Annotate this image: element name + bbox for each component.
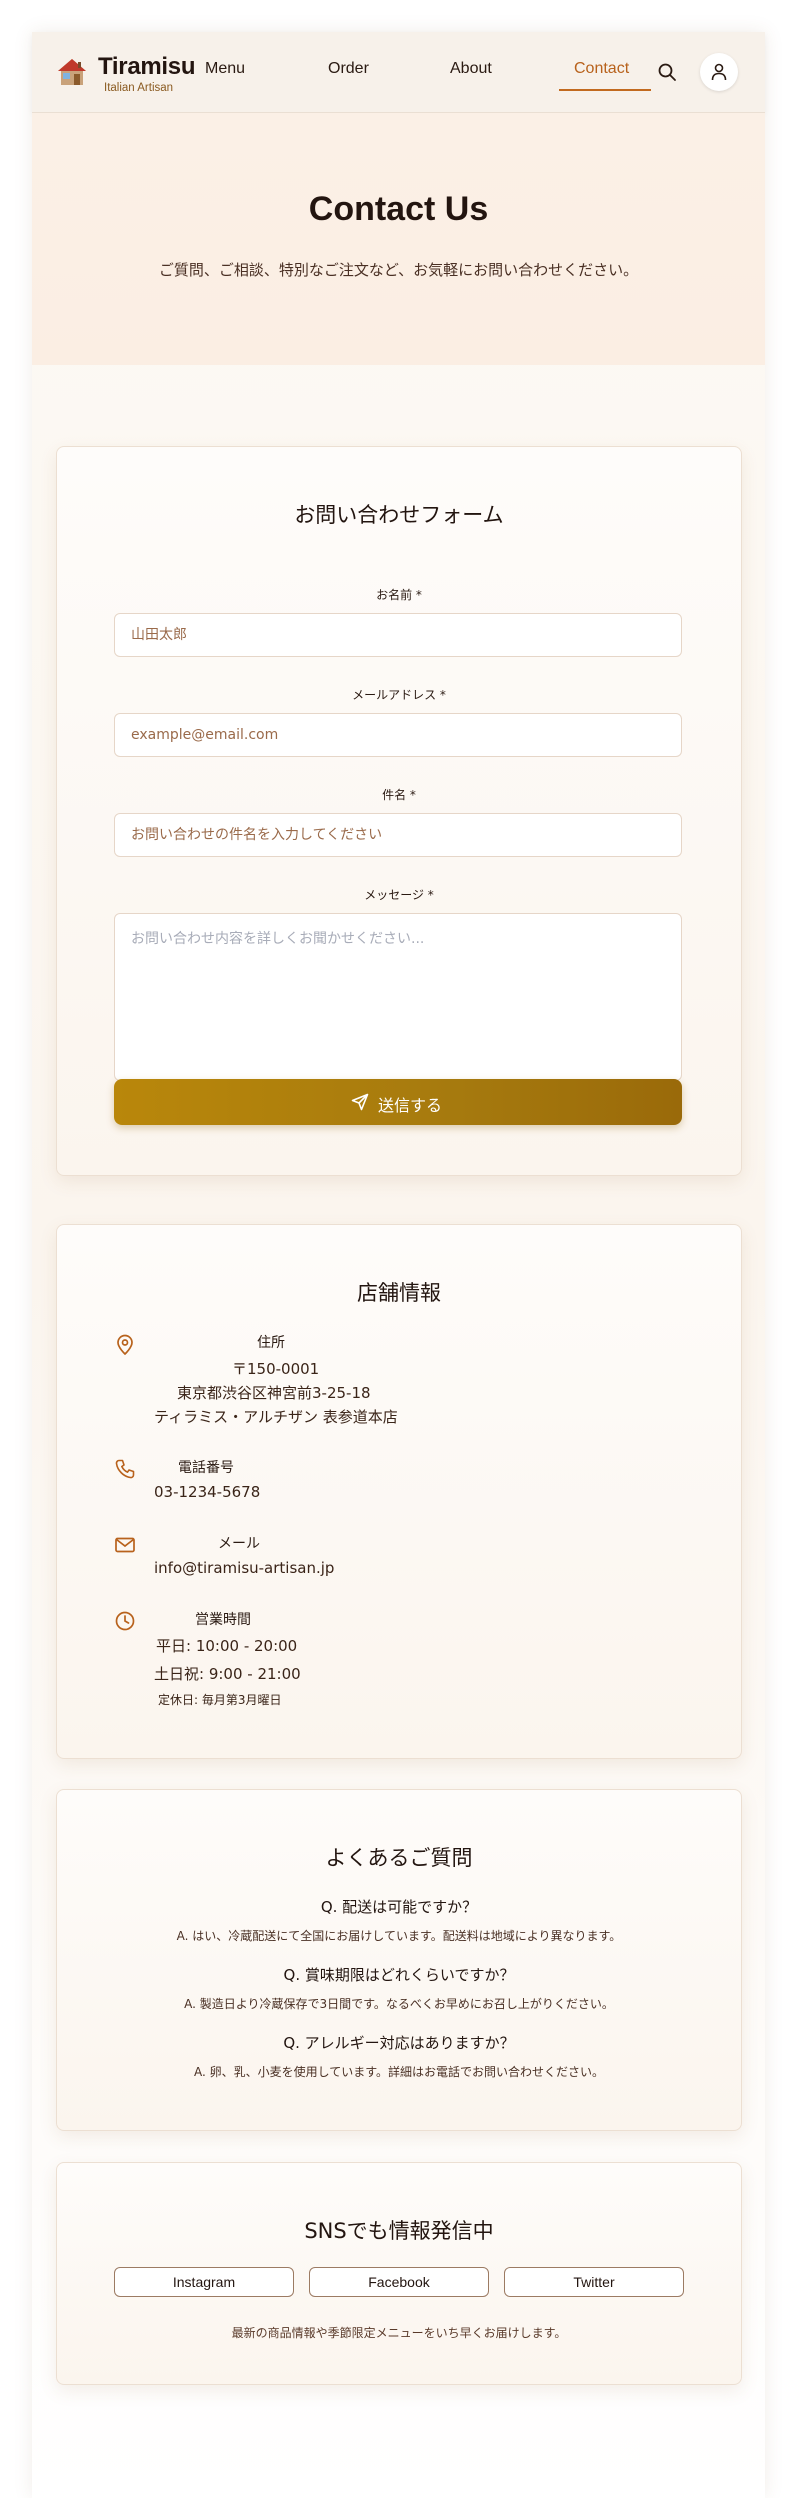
phone-label: 電話番号 (178, 1460, 234, 1476)
nav-active-indicator (559, 89, 651, 91)
user-account-button[interactable] (700, 53, 738, 91)
hours-label: 営業時間 (195, 1612, 251, 1628)
submit-button[interactable]: 送信する (114, 1079, 682, 1125)
faq-answer-1: A. はい、冷蔵配送にて全国にお届けしています。配送料は地域により異なります。 (176, 1929, 622, 1943)
instagram-button[interactable]: Instagram (114, 2267, 294, 2297)
contact-form-card: お問い合わせフォーム お名前 * メールアドレス * 件名 * メッセージ * … (56, 446, 742, 1176)
name-label: お名前 * (376, 588, 422, 602)
faq-question-2: Q. 賞味期限はどれくらいですか？ (283, 1966, 515, 1984)
map-pin-icon (117, 1334, 133, 1356)
weekend-hours: 土日祝: 9:00 - 21:00 (154, 1665, 301, 1683)
form-title: お問い合わせフォーム (294, 503, 504, 527)
nav-menu[interactable]: Menu (205, 60, 245, 78)
hero-section: Contact Us ご質問、ご相談、特別なご注文など、お気軽にお問い合わせくだ… (32, 113, 765, 365)
faq-answer-2: A. 製造日より冷蔵保存で3日間です。なるべくお早めにお召し上がりください。 (184, 1997, 614, 2011)
address-label: 住所 (257, 1335, 285, 1351)
hero-subtitle: ご質問、ご相談、特別なご注文など、お気軽にお問い合わせください。 (158, 261, 639, 279)
closed-days: 定休日: 毎月第3月曜日 (158, 1693, 282, 1707)
page-title: Contact Us (308, 190, 489, 228)
faq-title: よくあるご質問 (325, 1846, 473, 1870)
page: Tiramisu Italian Artisan Menu Order Abou… (32, 32, 765, 2498)
store-info-title: 店舗情報 (357, 1281, 441, 1305)
clock-icon (115, 1611, 135, 1631)
sns-note: 最新の商品情報や季節限定メニューをいち早くお届けします。 (231, 2326, 567, 2340)
faq-answer-3: A. 卵、乳、小麦を使用しています。詳細はお電話でお問い合わせください。 (193, 2065, 605, 2079)
address-line-1: 東京都渋谷区神宮前3-25-18 (177, 1384, 371, 1402)
message-label: メッセージ * (364, 888, 434, 902)
house-icon[interactable] (56, 56, 88, 88)
postal-code: 〒150-0001 (232, 1360, 320, 1378)
faq-question-3: Q. アレルギー対応はありますか？ (283, 2034, 515, 2052)
faq-question-1: Q. 配送は可能ですか？ (320, 1898, 478, 1916)
address-line-2: ティラミス・アルチザン 表参道本店 (154, 1408, 398, 1426)
subject-label: 件名 * (382, 788, 416, 802)
phone-number[interactable]: 03-1234-5678 (154, 1483, 260, 1501)
message-textarea[interactable] (114, 913, 682, 1081)
submit-label: 送信する (378, 1096, 443, 1115)
site-header: Tiramisu Italian Artisan Menu Order Abou… (32, 32, 765, 113)
user-icon (711, 63, 727, 81)
nav-about[interactable]: About (450, 60, 492, 78)
mail-icon (115, 1537, 135, 1553)
search-icon[interactable] (657, 62, 677, 82)
facebook-button[interactable]: Facebook (309, 2267, 489, 2297)
nav-contact[interactable]: Contact (574, 60, 629, 78)
twitter-button[interactable]: Twitter (504, 2267, 684, 2297)
store-info-card: 店舗情報 住所 〒150-0001 東京都渋谷区神宮前3-25-18 ティラミス… (56, 1224, 742, 1759)
faq-card: よくあるご質問 Q. 配送は可能ですか？ A. はい、冷蔵配送にて全国にお届けし… (56, 1789, 742, 2131)
weekday-hours: 平日: 10:00 - 20:00 (156, 1637, 298, 1655)
name-input[interactable] (114, 613, 682, 657)
send-icon (351, 1093, 369, 1111)
email-input[interactable] (114, 713, 682, 757)
email-address[interactable]: info@tiramisu-artisan.jp (154, 1559, 334, 1577)
subject-input[interactable] (114, 813, 682, 857)
phone-icon (115, 1459, 135, 1479)
nav-order[interactable]: Order (328, 60, 369, 78)
sns-card: SNSでも情報発信中 Instagram Facebook Twitter 最新… (56, 2162, 742, 2385)
email-info-label: メール (218, 1536, 260, 1552)
sns-title: SNSでも情報発信中 (304, 2219, 494, 2243)
brand-name[interactable]: Tiramisu (98, 53, 196, 81)
email-label: メールアドレス * (352, 688, 446, 702)
brand-tagline: Italian Artisan (104, 82, 174, 94)
